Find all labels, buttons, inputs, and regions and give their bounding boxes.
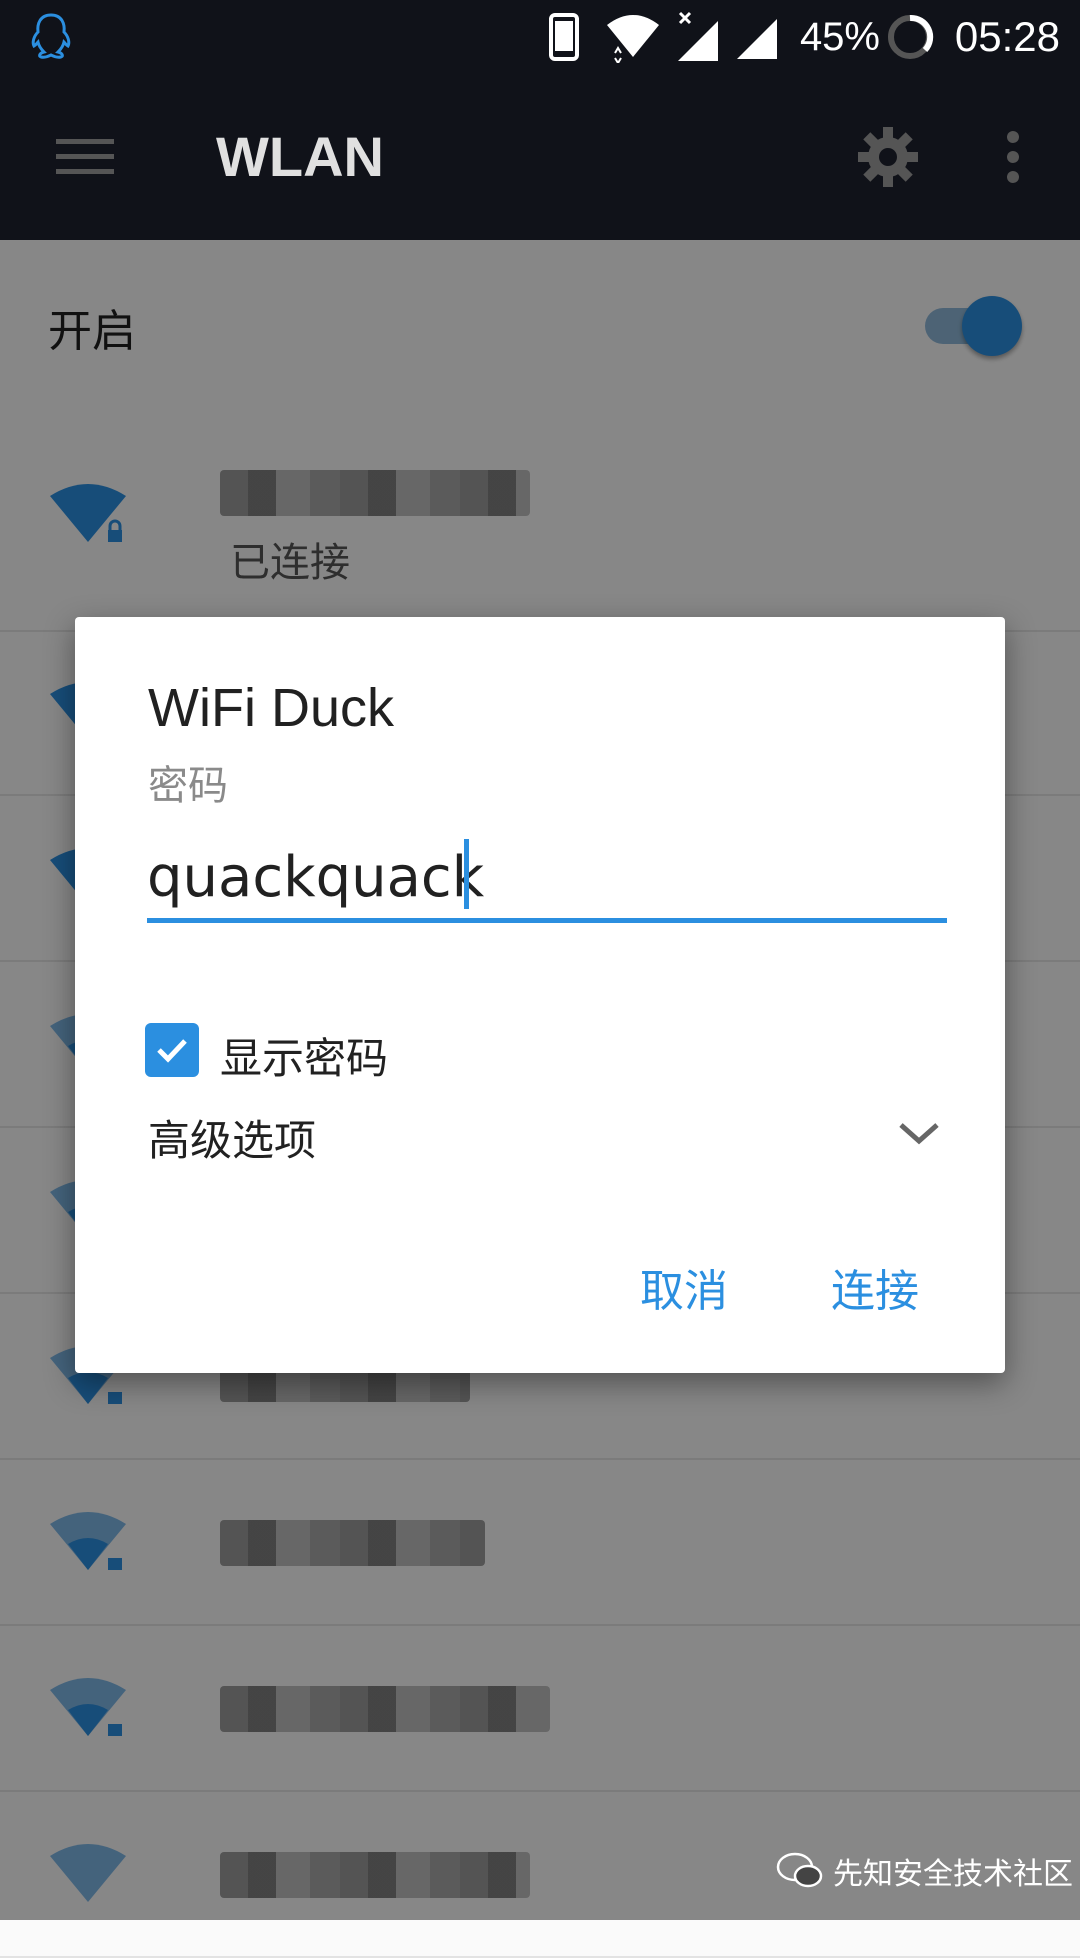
show-password-checkbox[interactable] — [145, 1023, 199, 1077]
chevron-down-icon[interactable] — [895, 1109, 943, 1157]
show-password-label[interactable]: 显示密码 — [220, 1025, 388, 1086]
wifi-password-dialog: WiFi Duck 密码 显示密码 高级选项 取消 连接 — [75, 617, 1005, 1373]
battery-ring-icon — [885, 0, 935, 74]
settings-button[interactable] — [850, 74, 926, 240]
battery-percent: 45% — [799, 14, 880, 59]
page-title: WLAN — [216, 125, 384, 188]
advanced-options-label[interactable]: 高级选项 — [148, 1107, 316, 1168]
dialog-title: WiFi Duck — [148, 678, 394, 738]
phone-icon — [548, 0, 582, 74]
qq-notification-icon — [28, 0, 74, 74]
checkmark-icon — [157, 1039, 187, 1063]
cancel-button[interactable]: 取消 — [640, 1257, 728, 1327]
password-input-underline — [147, 918, 947, 923]
clock: 05:28 — [954, 13, 1060, 60]
password-label: 密码 — [148, 763, 228, 809]
wifi-signal-icon — [605, 0, 661, 74]
password-input[interactable] — [147, 837, 947, 917]
more-options-button[interactable] — [990, 74, 1036, 240]
cellular-no-data-icon — [672, 0, 724, 74]
menu-button[interactable] — [40, 74, 130, 240]
hamburger-menu-icon — [56, 139, 114, 174]
connect-button[interactable]: 连接 — [831, 1257, 919, 1327]
overflow-menu-icon — [1007, 131, 1019, 183]
app-toolbar: WLAN — [0, 74, 1080, 240]
wechat-icon — [776, 1852, 823, 1888]
watermark: 先知安全技术社区 — [775, 1846, 1073, 1896]
cellular-signal-icon — [735, 0, 781, 74]
gear-icon — [858, 127, 918, 187]
watermark-text: 先知安全技术社区 — [833, 1857, 1073, 1892]
status-bar: 45% 05:28 — [0, 0, 1080, 74]
text-cursor — [464, 839, 469, 909]
